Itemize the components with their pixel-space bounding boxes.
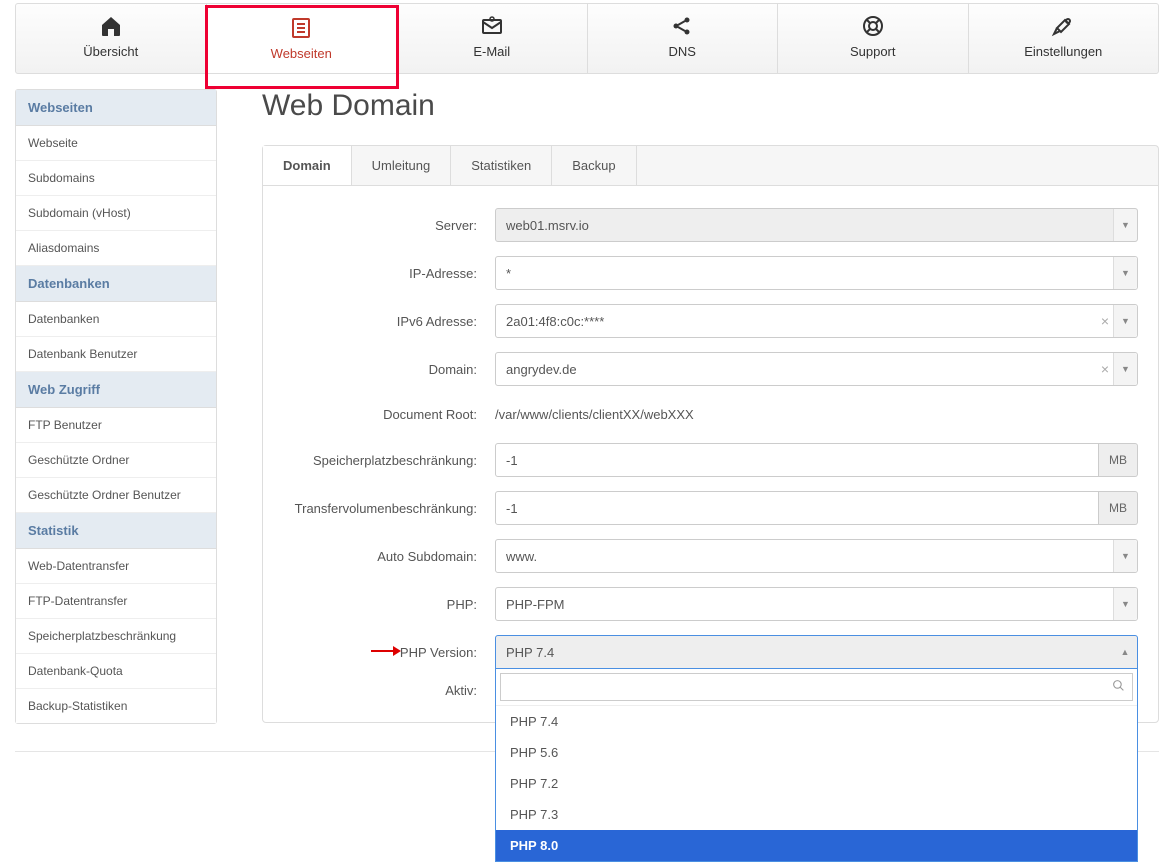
sidebar-item[interactable]: Backup-Statistiken — [16, 689, 216, 723]
sidebar-item[interactable]: Aliasdomains — [16, 231, 216, 266]
form-panel: Server: web01.msrv.io ▼ IP-Adresse: * ▼ — [262, 185, 1159, 723]
tab-domain[interactable]: Domain — [263, 146, 352, 185]
value-docroot: /var/www/clients/clientXX/webXXX — [495, 400, 1138, 429]
dropdown-search-input[interactable] — [500, 673, 1133, 701]
sidebar-header: Webseiten — [16, 90, 216, 126]
caret-up-icon: ▲ — [1113, 636, 1137, 668]
sidebar-header: Datenbanken — [16, 266, 216, 302]
top-navigation: Übersicht Webseiten E-Mail DNS Support Einste… — [15, 3, 1159, 74]
addon-traffic-unit: MB — [1099, 491, 1138, 525]
page-title: Web Domain — [262, 89, 1159, 123]
select-ip[interactable]: * ▼ — [495, 256, 1138, 290]
dropdown-option[interactable]: PHP 7.3 — [496, 799, 1137, 830]
sidebar-item[interactable]: Subdomains — [16, 161, 216, 196]
file-icon — [207, 16, 397, 42]
sidebar-item[interactable]: Subdomain (vHost) — [16, 196, 216, 231]
sidebar-item[interactable]: Geschützte Ordner — [16, 443, 216, 478]
label-autosub: Auto Subdomain: — [283, 549, 495, 564]
sidebar-header: Web Zugriff — [16, 372, 216, 408]
topnav-label: Übersicht — [83, 44, 138, 59]
select-domain-value: angrydev.de — [506, 362, 577, 377]
select-phpver-value: PHP 7.4 — [506, 645, 554, 660]
topnav-label: DNS — [669, 44, 696, 59]
label-active: Aktiv: — [283, 683, 495, 698]
sidebar-item[interactable]: Datenbank Benutzer — [16, 337, 216, 372]
search-icon — [1112, 679, 1125, 695]
topnav-item-e-mail[interactable]: E-Mail — [397, 4, 588, 73]
dropdown-option[interactable]: PHP 7.4 — [496, 706, 1137, 737]
sidebar: WebseitenWebseiteSubdomainsSubdomain (vH… — [15, 89, 217, 724]
main-content: Web Domain DomainUmleitungStatistikenBac… — [217, 89, 1159, 724]
input-quota[interactable] — [495, 443, 1099, 477]
select-autosub-value: www. — [506, 549, 537, 564]
select-php-value: PHP-FPM — [506, 597, 565, 612]
dropdown-option[interactable]: PHP 5.6 — [496, 737, 1137, 768]
input-traffic[interactable] — [495, 491, 1099, 525]
select-phpver[interactable]: PHP 7.4 ▲ — [495, 635, 1138, 669]
caret-icon: ▼ — [1113, 209, 1137, 241]
topnav-item-übersicht[interactable]: Übersicht — [16, 4, 207, 73]
lifebuoy-icon — [778, 14, 968, 40]
topnav-item-einstellungen[interactable]: Einstellungen — [969, 4, 1159, 73]
label-ipv6: IPv6 Adresse: — [283, 314, 495, 329]
sidebar-item[interactable]: Geschützte Ordner Benutzer — [16, 478, 216, 513]
dropdown-option[interactable]: PHP 7.2 — [496, 768, 1137, 799]
label-quota: Speicherplatzbeschränkung: — [283, 453, 495, 468]
label-traffic: Transfervolumenbeschränkung: — [283, 501, 495, 516]
select-domain[interactable]: angrydev.de × ▼ — [495, 352, 1138, 386]
topnav-item-webseiten[interactable]: Webseiten — [207, 4, 398, 73]
label-docroot: Document Root: — [283, 407, 495, 422]
caret-icon: ▼ — [1113, 353, 1137, 385]
select-server-value: web01.msrv.io — [506, 218, 589, 233]
sidebar-item[interactable]: FTP Benutzer — [16, 408, 216, 443]
topnav-label: Webseiten — [271, 46, 332, 61]
clear-icon[interactable]: × — [1101, 353, 1109, 385]
select-ipv6[interactable]: 2a01:4f8:c0c:**** × ▼ — [495, 304, 1138, 338]
label-php: PHP: — [283, 597, 495, 612]
caret-icon: ▼ — [1113, 588, 1137, 620]
sidebar-item[interactable]: Webseite — [16, 126, 216, 161]
dropdown-phpver: PHP 7.4PHP 5.6PHP 7.2PHP 7.3PHP 8.0 — [495, 669, 1138, 862]
caret-icon: ▼ — [1113, 540, 1137, 572]
home-icon — [16, 14, 206, 40]
select-php[interactable]: PHP-FPM ▼ — [495, 587, 1138, 621]
tab-backup[interactable]: Backup — [552, 146, 636, 185]
select-ip-value: * — [506, 266, 511, 281]
topnav-label: Support — [850, 44, 896, 59]
share-icon — [588, 14, 778, 40]
sidebar-item[interactable]: Datenbank-Quota — [16, 654, 216, 689]
topnav-label: E-Mail — [473, 44, 510, 59]
select-autosub[interactable]: www. ▼ — [495, 539, 1138, 573]
label-domain: Domain: — [283, 362, 495, 377]
caret-icon: ▼ — [1113, 257, 1137, 289]
caret-icon: ▼ — [1113, 305, 1137, 337]
select-server[interactable]: web01.msrv.io ▼ — [495, 208, 1138, 242]
label-phpver: PHP Version: — [283, 645, 495, 660]
tools-icon — [969, 14, 1159, 40]
select-ipv6-value: 2a01:4f8:c0c:**** — [506, 314, 604, 329]
sidebar-item[interactable]: Datenbanken — [16, 302, 216, 337]
sidebar-item[interactable]: FTP-Datentransfer — [16, 584, 216, 619]
addon-quota-unit: MB — [1099, 443, 1138, 477]
sidebar-item[interactable]: Speicherplatzbeschränkung — [16, 619, 216, 654]
label-server: Server: — [283, 218, 495, 233]
tab-umleitung[interactable]: Umleitung — [352, 146, 452, 185]
topnav-label: Einstellungen — [1024, 44, 1102, 59]
tab-bar: DomainUmleitungStatistikenBackup — [262, 145, 1159, 185]
mail-icon — [397, 14, 587, 40]
label-ip: IP-Adresse: — [283, 266, 495, 281]
topnav-item-dns[interactable]: DNS — [588, 4, 779, 73]
dropdown-option[interactable]: PHP 8.0 — [496, 830, 1137, 861]
topnav-item-support[interactable]: Support — [778, 4, 969, 73]
sidebar-header: Statistik — [16, 513, 216, 549]
sidebar-item[interactable]: Web-Datentransfer — [16, 549, 216, 584]
clear-icon[interactable]: × — [1101, 305, 1109, 337]
tab-statistiken[interactable]: Statistiken — [451, 146, 552, 185]
